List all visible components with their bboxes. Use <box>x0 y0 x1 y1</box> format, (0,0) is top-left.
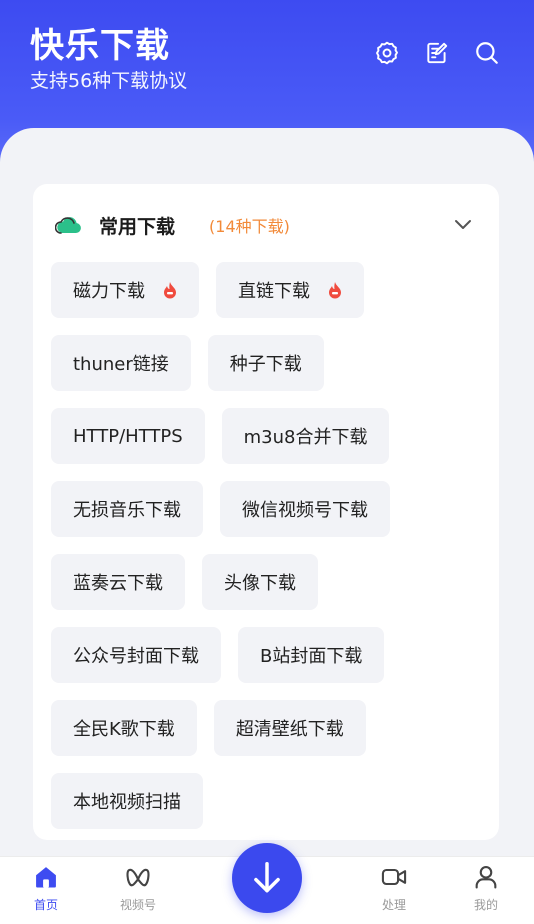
nav-item-profile[interactable]: 我的 <box>446 857 526 924</box>
download-type-list: 磁力下载 直链下载 thuner链接 种子下载 HTTP/HTTPS m3u8合并下载无损… <box>51 262 481 846</box>
chip-label: 头像下载 <box>224 573 296 594</box>
download-type-chip[interactable]: 头像下载 <box>202 554 318 610</box>
cloud-icon <box>55 217 81 234</box>
chip-label: 种子下载 <box>229 354 302 375</box>
section-title: 常用下载 <box>99 215 176 238</box>
download-type-chip[interactable]: m3u8合并下载 <box>221 408 390 464</box>
download-type-row: 无损音乐下载 微信视频号下载 <box>51 481 481 537</box>
chip-label: m3u8合并下载 <box>243 427 368 448</box>
app-title: 快乐下载 <box>30 26 170 66</box>
download-type-row: 磁力下载 直链下载 <box>51 262 481 318</box>
download-arrow-icon <box>254 862 280 893</box>
chip-label: 直链下载 <box>238 281 310 302</box>
download-type-row: 本地视频扫描 <box>51 773 481 829</box>
nav-item-home[interactable]: 首页 <box>6 857 86 924</box>
download-type-chip[interactable]: 蓝奏云下载 <box>51 554 185 610</box>
home-icon <box>36 867 56 888</box>
edit-note-icon[interactable] <box>424 40 450 66</box>
hot-flame-icon <box>164 282 176 299</box>
download-type-chip[interactable]: 磁力下载 <box>51 262 199 318</box>
download-type-chip[interactable]: 种子下载 <box>207 335 324 391</box>
download-type-row: HTTP/HTTPS m3u8合并下载 <box>51 408 481 464</box>
download-type-row: thuner链接 种子下载 <box>51 335 481 391</box>
download-type-chip[interactable]: 直链下载 <box>216 262 364 318</box>
chip-label: HTTP/HTTPS <box>73 425 183 447</box>
download-type-chip[interactable]: 全民K歌下载 <box>51 700 197 756</box>
search-icon[interactable] <box>474 40 500 66</box>
common-downloads-card: 常用下载 (14种下载) 磁力下载 直链下载 thuner链接 种子下载 HTTP/HT… <box>33 184 499 840</box>
chip-label: 全民K歌下载 <box>73 719 175 740</box>
app-screen: 快乐下载 支持56种下载协议 常用下载 (14种下载) 磁力下载 直链下载 th… <box>0 0 534 924</box>
header-actions <box>374 40 500 66</box>
nav-label: 视频号 <box>119 898 156 912</box>
download-type-chip[interactable]: thuner链接 <box>51 335 191 391</box>
download-type-chip[interactable]: 公众号封面下载 <box>51 627 221 683</box>
chip-label: 无损音乐下载 <box>73 500 181 521</box>
download-type-chip[interactable]: HTTP/HTTPS <box>51 408 205 464</box>
download-type-row: 蓝奏云下载 头像下载 <box>51 554 481 610</box>
nav-label: 首页 <box>33 898 58 912</box>
download-type-chip[interactable]: B站封面下载 <box>238 627 385 683</box>
nav-label: 我的 <box>473 898 498 912</box>
download-type-chip[interactable]: 超清壁纸下载 <box>213 700 366 756</box>
app-subtitle: 支持56种下载协议 <box>30 70 188 92</box>
settings-icon[interactable] <box>374 40 400 66</box>
chip-label: thuner链接 <box>73 354 169 375</box>
chip-label: B站封面下载 <box>260 646 363 667</box>
nav-item-process[interactable]: 处理 <box>354 857 434 924</box>
chip-label: 超清壁纸下载 <box>235 719 344 740</box>
chip-label: 蓝奏云下载 <box>73 573 163 594</box>
nav-label: 处理 <box>381 898 406 912</box>
profile-icon <box>475 866 497 889</box>
section-count: (14种下载) <box>209 217 290 236</box>
download-type-chip[interactable]: 微信视频号下载 <box>220 481 390 537</box>
chip-label: 微信视频号下载 <box>242 500 368 521</box>
chip-label: 磁力下载 <box>73 281 145 302</box>
nav-item-channels[interactable]: 视频号 <box>98 857 178 924</box>
download-type-row: 全民K歌下载 超清壁纸下载 <box>51 700 481 756</box>
chip-label: 公众号封面下载 <box>73 646 199 667</box>
channels-icon <box>126 868 150 887</box>
video-camera-icon <box>381 868 407 886</box>
download-type-row: 公众号封面下载 B站封面下载 <box>51 627 481 683</box>
download-type-chip[interactable]: 本地视频扫描 <box>51 773 203 829</box>
download-type-chip[interactable]: 无损音乐下载 <box>51 481 203 537</box>
chip-label: 本地视频扫描 <box>73 792 181 813</box>
card-header[interactable]: 常用下载 (14种下载) <box>55 210 475 240</box>
hot-flame-icon <box>329 282 341 299</box>
download-fab-button[interactable] <box>232 843 302 913</box>
chevron-down-icon[interactable] <box>451 212 475 236</box>
